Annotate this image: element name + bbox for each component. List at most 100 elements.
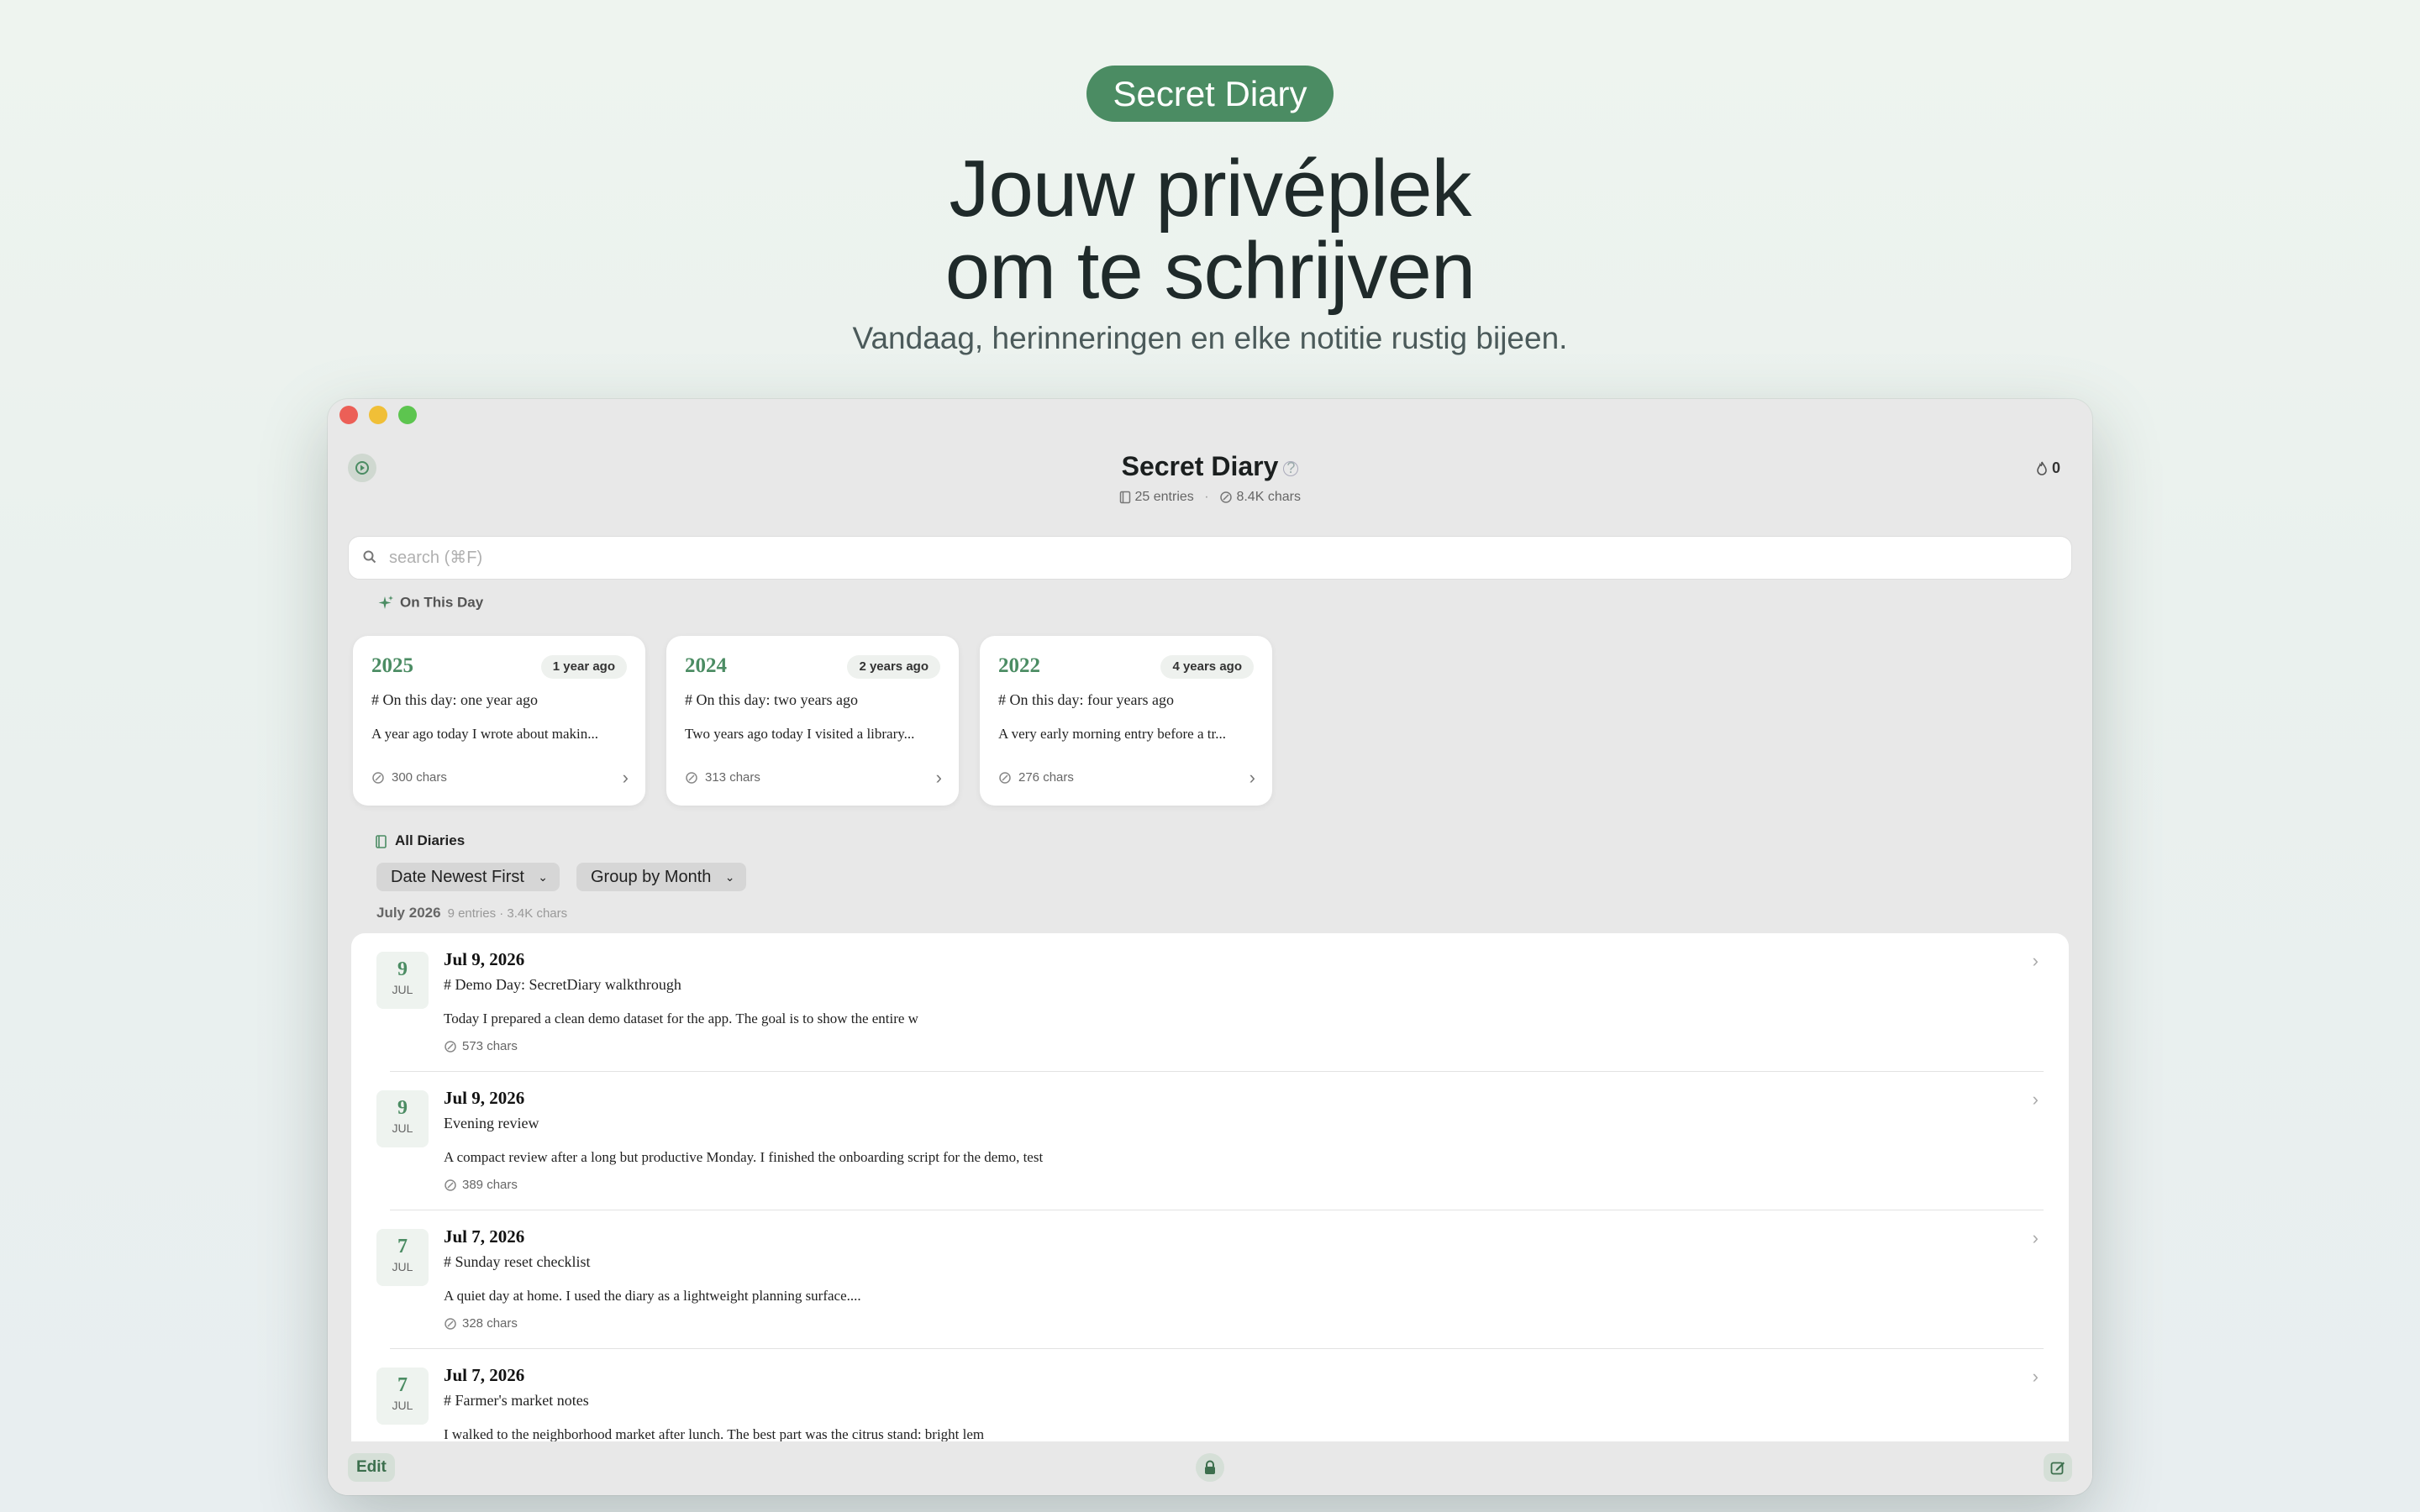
flame-icon [2037,461,2047,475]
date-badge: 9 JUL [376,952,429,1009]
memory-chars: 313 chars [685,770,760,785]
entry-chars-value: 389 chars [462,1178,518,1192]
entry-title: Evening review [444,1115,539,1131]
chevron-right-icon: › [1249,767,1255,788]
chevron-right-icon: › [2032,1089,2039,1110]
date-day: 7 [397,1374,408,1396]
chars-icon [445,1318,456,1330]
streak-count: 0 [2051,459,2060,476]
memory-card[interactable]: 2025 1 year ago # On this day: one year … [353,636,645,806]
stats-separator: · [1204,490,1209,504]
entry-chars: 573 chars [444,1039,518,1053]
memory-chars: 276 chars [998,770,1074,785]
memory-year: 2025 [371,654,413,677]
entry-title: # Sunday reset checklist [444,1253,591,1270]
lock-button[interactable] [1196,1453,1224,1482]
memory-preview: Two years ago today I visited a library.… [685,726,915,742]
memory-ago-badge: 2 years ago [847,655,940,679]
month-label: July 2026 [376,905,441,921]
entry-preview: A quiet day at home. I used the diary as… [444,1288,861,1304]
info-icon[interactable]: ? [1283,460,1299,476]
chevron-right-icon: › [935,767,942,788]
entry-chars: 389 chars [444,1178,518,1192]
chevron-right-icon: › [2032,1227,2039,1248]
headline-line-2: om te schrijven [944,226,1476,316]
all-diaries-label: All Diaries [395,832,466,848]
entry-title: # Farmer's market notes [444,1392,589,1409]
search-icon [363,550,376,564]
memory-card[interactable]: 2024 2 years ago # On this day: two year… [666,636,959,806]
date-badge: 7 JUL [376,1229,429,1286]
memory-chars-value: 300 chars [392,770,447,785]
app-window: Secret Diary? 25 entries · 8.4K chars 0 … [328,399,2092,1495]
group-value: Group by Month [591,868,712,886]
entry-chars: 328 chars [444,1316,518,1331]
chars-icon [445,1041,456,1053]
entry-title: # Demo Day: SecretDiary walkthrough [444,976,681,993]
entry-date: Jul 7, 2026 [444,1365,525,1385]
lock-icon [1205,1460,1215,1474]
close-window-button[interactable] [339,406,358,424]
list-item[interactable]: 7 JUL Jul 7, 2026 # Sunday reset checkli… [351,1210,2069,1349]
book-icon [1119,491,1131,504]
minimize-window-button[interactable] [369,406,387,424]
date-month: JUL [392,1121,413,1135]
date-badge: 9 JUL [376,1090,429,1147]
memory-preview: A very early morning entry before a tr..… [998,726,1226,742]
zoom-window-button[interactable] [398,406,417,424]
memory-year: 2022 [998,654,1040,677]
group-dropdown[interactable]: Group by Month ⌄ [576,863,747,891]
chevron-down-icon: ⌄ [538,870,548,884]
entry-chars-value: 328 chars [462,1316,518,1331]
memory-preview: A year ago today I wrote about makin... [371,726,599,742]
chevron-right-icon: › [622,767,629,788]
date-month: JUL [392,1260,413,1273]
memory-chars-value: 276 chars [1018,770,1074,785]
app-title: Secret Diary? [328,451,2092,482]
date-month: JUL [392,1399,413,1412]
entry-preview: I walked to the neighborhood market afte… [444,1426,985,1442]
memory-title: # On this day: four years ago [998,691,1174,708]
entry-list: 9 JUL Jul 9, 2026 # Demo Day: SecretDiar… [351,933,2069,1495]
bottom-toolbar: Edit [328,1441,2092,1495]
chars-count: 8.4K chars [1236,490,1301,504]
memory-card[interactable]: 2022 4 years ago # On this day: four yea… [980,636,1272,806]
date-month: JUL [392,983,413,996]
chars-icon [372,772,384,784]
month-meta: 9 entries · 3.4K chars [447,906,568,921]
sort-value: Date Newest First [391,868,524,886]
chevron-right-icon: › [2032,950,2039,971]
entry-date: Jul 9, 2026 [444,1088,525,1108]
subtitle: Vandaag, herinneringen en elke notitie r… [852,321,1568,355]
memory-chars-value: 313 chars [705,770,760,785]
on-this-day-header: On This Day [376,594,483,612]
sort-dropdown[interactable]: Date Newest First ⌄ [376,863,560,891]
book-icon [376,834,387,848]
headline: Jouw privéplek om te schrijven [0,148,2420,312]
list-item[interactable]: 9 JUL Jul 9, 2026 Evening review A compa… [351,1072,2069,1210]
headline-line-1: Jouw privéplek [949,144,1472,234]
search-input[interactable]: search (⌘F) [348,536,2072,580]
chars-icon [999,772,1011,784]
entry-preview: Today I prepared a clean demo dataset fo… [444,1011,918,1026]
memory-title: # On this day: two years ago [685,691,858,708]
memory-ago-badge: 1 year ago [540,655,627,679]
memory-title: # On this day: one year ago [371,691,538,708]
chars-icon [686,772,697,784]
entry-chars-value: 573 chars [462,1039,518,1053]
month-group-header: July 2026 9 entries · 3.4K chars [376,905,567,921]
stats-bar: 25 entries · 8.4K chars [328,490,2092,505]
app-badge: Secret Diary [1086,66,1334,122]
new-entry-button[interactable] [2044,1453,2072,1482]
chevron-right-icon: › [2032,1366,2039,1387]
entries-count: 25 entries [1134,490,1194,504]
list-item[interactable]: 9 JUL Jul 9, 2026 # Demo Day: SecretDiar… [351,933,2069,1072]
sparkle-icon [378,596,393,609]
chars-icon [445,1179,456,1191]
date-day: 9 [397,1097,408,1119]
search-placeholder: search (⌘F) [389,549,483,567]
entry-date: Jul 7, 2026 [444,1226,525,1247]
edit-button[interactable]: Edit [348,1453,395,1482]
chars-icon [1220,491,1232,503]
streak-counter[interactable]: 0 [2036,459,2060,477]
